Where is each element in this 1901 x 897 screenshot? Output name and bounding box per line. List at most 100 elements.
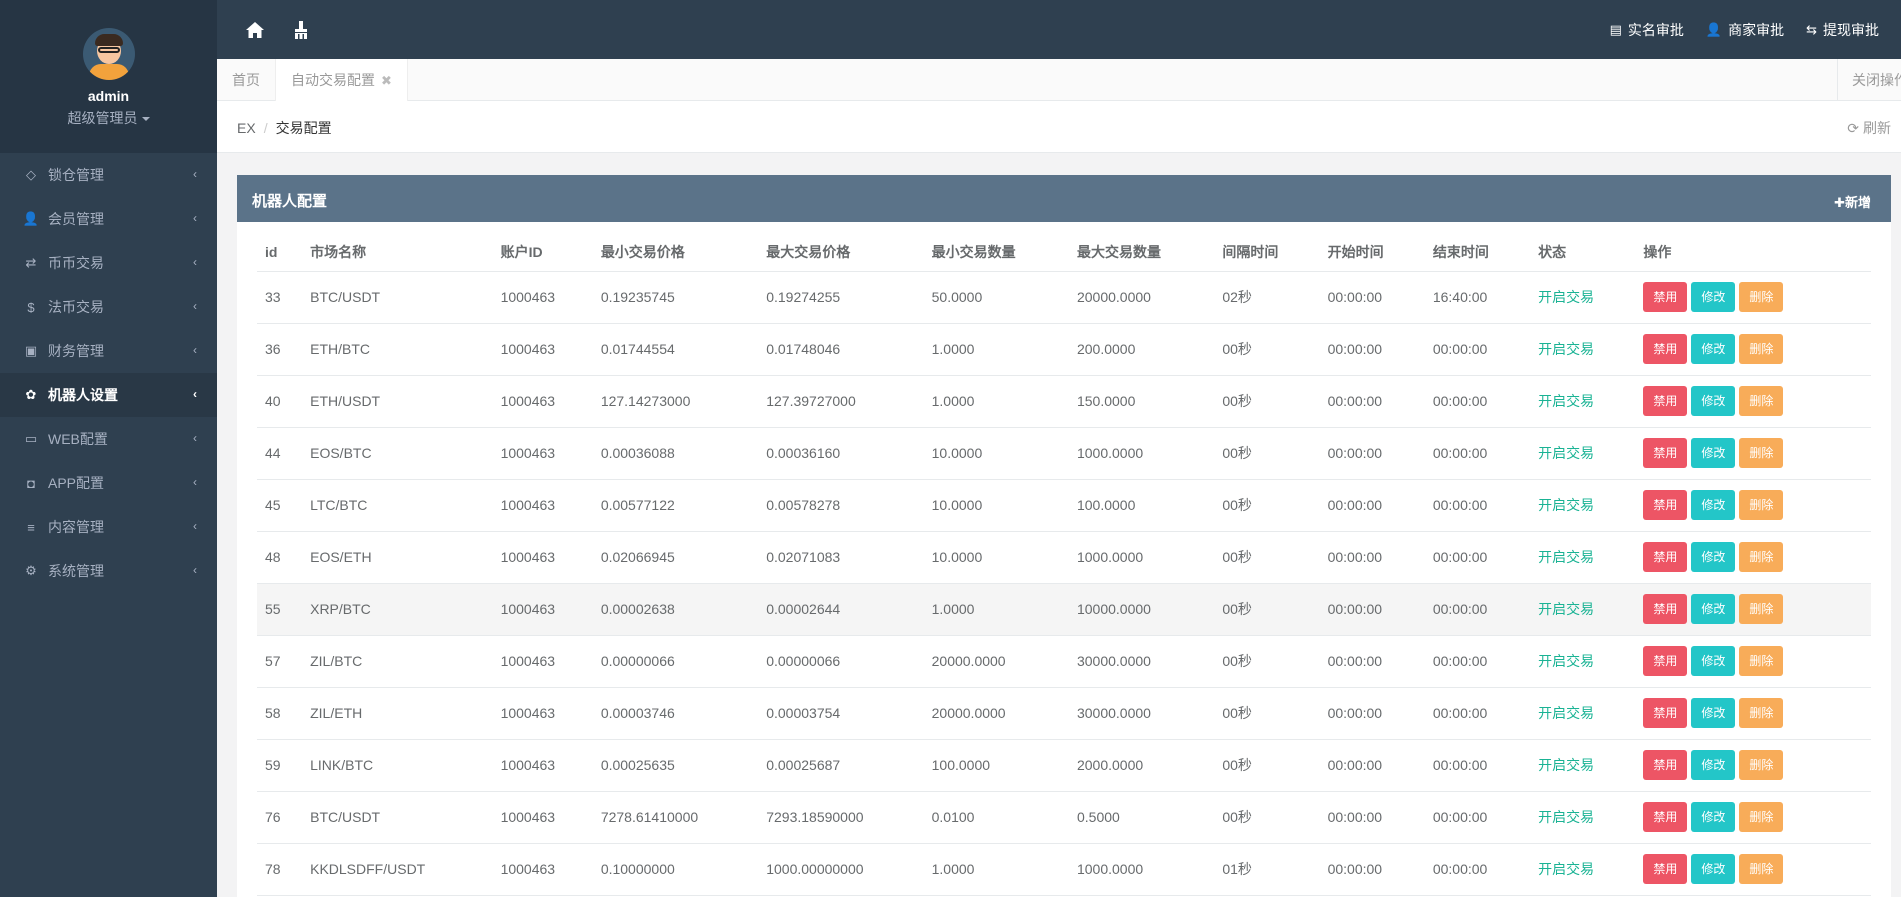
disable-button[interactable]: 禁用 (1643, 646, 1688, 676)
delete-button[interactable]: 删除 (1739, 542, 1784, 572)
breadcrumb-root[interactable]: EX (237, 120, 256, 136)
disable-button[interactable]: 禁用 (1643, 802, 1688, 832)
delete-button[interactable]: 删除 (1739, 854, 1784, 884)
disable-button[interactable]: 禁用 (1643, 490, 1688, 520)
table-cell: 01秒 (1214, 843, 1320, 896)
disable-button[interactable]: 禁用 (1643, 438, 1688, 468)
top-links: ▤ 实名审批 👤 商家审批 ⇆ 提现审批 (1610, 0, 1901, 59)
table-cell: 45 (257, 479, 303, 532)
table-row: 76 BTC/USDT 1000463 7278.61410000 7293.18590… (257, 791, 1871, 844)
profile-role-dropdown[interactable]: 超级管理员 (0, 108, 217, 128)
sidebar-item-0[interactable]: ◇ 锁仓管理 ‹ (0, 153, 217, 197)
home-icon[interactable] (241, 16, 269, 44)
delete-button[interactable]: 删除 (1739, 750, 1784, 780)
table-cell: 1.0000 (923, 375, 1069, 428)
edit-button[interactable]: 修改 (1691, 802, 1736, 832)
table-cell: ETH/BTC (302, 323, 493, 376)
laptop-icon: ▭ (24, 431, 38, 446)
top-link-1[interactable]: 👤 商家审批 (1706, 20, 1784, 40)
table-cell: 00秒 (1214, 791, 1320, 844)
delete-button[interactable]: 删除 (1739, 490, 1784, 520)
close-icon[interactable]: ✖ (381, 73, 392, 88)
status-cell: 开启交易 (1530, 739, 1636, 792)
table-cell: 44 (257, 427, 303, 480)
breadcrumb-current: 交易配置 (275, 120, 332, 136)
disable-button[interactable]: 禁用 (1643, 334, 1688, 364)
disable-button[interactable]: 禁用 (1643, 386, 1688, 416)
edit-button[interactable]: 修改 (1691, 438, 1736, 468)
table-cell: XRP/BTC (302, 583, 493, 636)
column-header: 开始时间 (1319, 233, 1425, 272)
table-cell: 1000463 (492, 427, 593, 480)
close-operations-button[interactable]: 关闭操作 (1837, 59, 1901, 101)
chevron-left-icon: ‹ (193, 255, 197, 269)
delete-button[interactable]: 删除 (1739, 698, 1784, 728)
table-cell: 30000.0000 (1068, 687, 1215, 740)
table-cell: 0.10000000 (592, 843, 759, 896)
table-cell: 00:00:00 (1424, 635, 1531, 688)
disable-button[interactable]: 禁用 (1643, 698, 1688, 728)
tab-auto-trade-config[interactable]: 自动交易配置 ✖ (276, 59, 408, 101)
edit-button[interactable]: 修改 (1691, 542, 1736, 572)
edit-button[interactable]: 修改 (1691, 594, 1736, 624)
tab-home[interactable]: 首页 (217, 59, 276, 101)
add-button[interactable]: ✚新增 (1834, 192, 1871, 211)
delete-button[interactable]: 删除 (1739, 386, 1784, 416)
sidebar-item-1[interactable]: 👤 会员管理 ‹ (0, 197, 217, 241)
edit-button[interactable]: 修改 (1691, 282, 1736, 312)
sidebar-item-label: 币币交易 (48, 255, 104, 271)
table-cell: 0.19274255 (758, 271, 924, 324)
edit-button[interactable]: 修改 (1691, 854, 1736, 884)
edit-button[interactable]: 修改 (1691, 698, 1736, 728)
sidebar-item-label: 锁仓管理 (48, 167, 104, 183)
table-cell: 78 (257, 843, 303, 896)
avatar[interactable] (82, 28, 135, 80)
edit-button[interactable]: 修改 (1691, 750, 1736, 780)
disable-button[interactable]: 禁用 (1643, 750, 1688, 780)
sidebar-item-label: APP配置 (48, 475, 105, 491)
table-cell: 00秒 (1214, 427, 1320, 480)
delete-button[interactable]: 删除 (1739, 802, 1784, 832)
chevron-left-icon: ‹ (193, 475, 197, 489)
table-cell: 1000463 (492, 687, 593, 740)
top-link-2[interactable]: ⇆ 提现审批 (1806, 20, 1879, 40)
sidebar-item-2[interactable]: ⇄ 币币交易 ‹ (0, 241, 217, 285)
table-cell: EOS/ETH (302, 531, 493, 584)
broom-icon[interactable] (287, 16, 315, 44)
edit-button[interactable]: 修改 (1691, 646, 1736, 676)
sidebar: admin 超级管理员 ◇ 锁仓管理 ‹ 👤 会员管理 ‹ ⇄ 币币交易 ‹ $ 法币交易 ‹ ▣ 财务管… (0, 0, 217, 897)
table-cell: 00:00:00 (1424, 427, 1531, 480)
delete-button[interactable]: 删除 (1739, 646, 1784, 676)
refresh-button[interactable]: ⟳ 刷新 (1847, 118, 1891, 138)
disable-button[interactable]: 禁用 (1643, 282, 1688, 312)
delete-button[interactable]: 删除 (1739, 438, 1784, 468)
user-icon: 👤 (22, 211, 40, 226)
disable-button[interactable]: 禁用 (1643, 594, 1688, 624)
top-link-0[interactable]: ▤ 实名审批 (1610, 20, 1684, 40)
edit-button[interactable]: 修改 (1691, 334, 1736, 364)
disable-button[interactable]: 禁用 (1643, 854, 1688, 884)
table-cell: 00:00:00 (1319, 531, 1425, 584)
table-cell: 0.00000066 (592, 635, 759, 688)
delete-button[interactable]: 删除 (1739, 334, 1784, 364)
edit-button[interactable]: 修改 (1691, 386, 1736, 416)
table-cell: 00秒 (1214, 583, 1320, 636)
delete-button[interactable]: 删除 (1739, 594, 1784, 624)
table-cell: 1000463 (492, 323, 593, 376)
sidebar-item-5[interactable]: ✿ 机器人设置 ‹ (0, 373, 217, 417)
edit-button[interactable]: 修改 (1691, 490, 1736, 520)
sidebar-item-8[interactable]: ≡ 内容管理 ‹ (0, 505, 217, 549)
disable-button[interactable]: 禁用 (1643, 542, 1688, 572)
sidebar-item-7[interactable]: ◘ APP配置 ‹ (0, 461, 217, 505)
table-cell: 1000463 (492, 843, 593, 896)
table-cell: 58 (257, 687, 303, 740)
sidebar-item-6[interactable]: ▭ WEB配置 ‹ (0, 417, 217, 461)
delete-button[interactable]: 删除 (1739, 282, 1784, 312)
sidebar-item-3[interactable]: $ 法币交易 ‹ (0, 285, 217, 329)
table-cell: ETH/USDT (302, 375, 493, 428)
sidebar-item-9[interactable]: ⚙ 系统管理 ‹ (0, 549, 217, 593)
sidebar-item-4[interactable]: ▣ 财务管理 ‹ (0, 329, 217, 373)
table-cell: 16:40:00 (1424, 271, 1531, 324)
table-cell: 10.0000 (923, 531, 1069, 584)
table-cell: 50.0000 (923, 271, 1069, 324)
